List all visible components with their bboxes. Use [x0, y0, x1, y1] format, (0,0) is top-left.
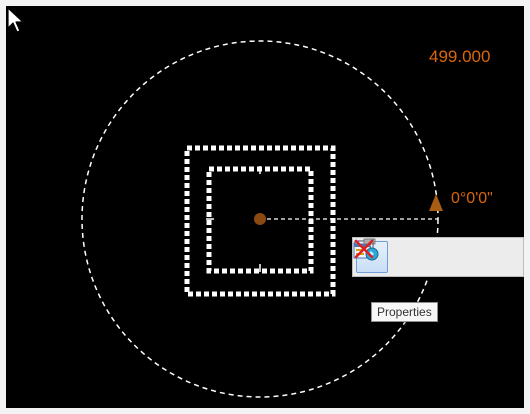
- angle-handle-icon: [429, 194, 443, 211]
- mouse-cursor-icon: [7, 7, 24, 33]
- delete-button[interactable]: [354, 239, 502, 273]
- center-point: [254, 213, 266, 225]
- drawing-viewport[interactable]: 499.000 0°0'0": [6, 6, 524, 408]
- element-info-button[interactable]: [353, 238, 464, 273]
- context-toolbar: [352, 237, 524, 277]
- levels-button[interactable]: [354, 240, 426, 273]
- delete-x-icon: [354, 239, 374, 259]
- angle-label: 0°0'0": [451, 190, 493, 207]
- dimension-label: 499.000: [429, 47, 491, 66]
- tooltip: Properties: [371, 302, 438, 322]
